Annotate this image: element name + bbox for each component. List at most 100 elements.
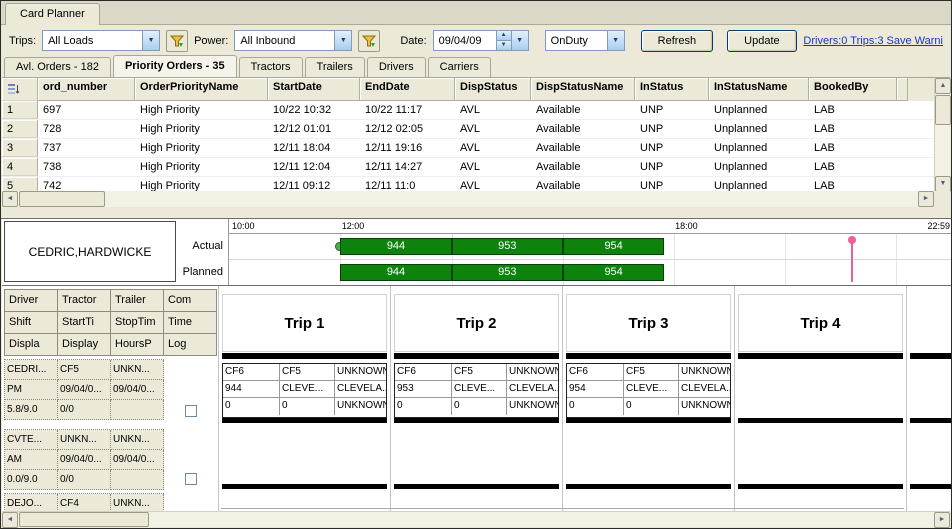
power-dropdown[interactable]: All Inbound ▼	[234, 30, 352, 51]
chevron-down-icon[interactable]: ▼	[334, 31, 351, 50]
row-number-cell[interactable]: 2	[2, 120, 38, 138]
column-header-in-status[interactable]: InStatus	[635, 78, 709, 101]
column-header-in-status-name[interactable]: InStatusName	[709, 78, 809, 101]
trip-header[interactable]: Trip 3	[566, 294, 731, 352]
row-number-cell[interactable]: 1	[2, 101, 38, 119]
chevron-down-icon[interactable]: ▼	[607, 31, 624, 50]
spin-up-icon[interactable]: ▲	[497, 31, 511, 40]
field-button-tractor[interactable]: Tractor	[58, 290, 111, 312]
field-button-trailer[interactable]: Trailer	[111, 290, 164, 312]
tick-label: 18:00	[675, 221, 698, 231]
tab-avl-orders[interactable]: Avl. Orders - 182	[4, 57, 111, 77]
board-horizontal-scrollbar[interactable]: ◄ ►	[2, 511, 950, 527]
trip-cell: 0	[395, 398, 452, 415]
driver-card[interactable]: DEJO... CF4 UNKN...	[4, 493, 216, 512]
column-header-order-priority-name[interactable]: OrderPriorityName	[135, 78, 268, 101]
scroll-right-icon[interactable]: ►	[918, 191, 934, 207]
order-row[interactable]: 2 728 High Priority 12/12 01:01 12/12 02…	[2, 120, 934, 139]
trips-filter-button[interactable]	[166, 30, 188, 52]
planned-trip-bar[interactable]: 954	[563, 264, 664, 281]
trip-title: Trip 3	[628, 315, 668, 332]
row-number-cell[interactable]: 4	[2, 158, 38, 176]
order-row[interactable]: 4 738 High Priority 12/11 12:04 12/11 14…	[2, 158, 934, 177]
duty-status-dropdown[interactable]: OnDuty ▼	[545, 30, 625, 51]
grid-vertical-scrollbar[interactable]: ▲ ▼	[934, 78, 950, 192]
grid-hscroll-thumb[interactable]	[19, 191, 105, 207]
trip-cell: CF6	[567, 364, 624, 381]
column-header-start-date[interactable]: StartDate	[268, 78, 360, 101]
column-header-booked-by[interactable]: BookedBy	[809, 78, 897, 101]
field-button-start-time[interactable]: StartTi	[58, 312, 111, 334]
driver-checkbox[interactable]	[185, 473, 197, 485]
trip-card[interactable]: CF6 CF5 UNKNOWN 953 CLEVE... CLEVELA... …	[394, 363, 559, 418]
scroll-down-icon[interactable]: ▼	[935, 176, 951, 192]
cell-order-priority: High Priority	[135, 177, 268, 192]
grid-vscroll-thumb[interactable]	[935, 95, 951, 125]
trip-header[interactable]: Trip 2	[394, 294, 559, 352]
save-warnings-link[interactable]: Drivers:0 Trips:3 Save Warni	[803, 35, 943, 47]
driver-name-box[interactable]: CEDRIC,HARDWICKE	[4, 221, 176, 282]
chevron-down-icon[interactable]: ▼	[511, 31, 528, 50]
tab-drivers[interactable]: Drivers	[367, 57, 426, 77]
date-spinner[interactable]: ▲ ▼	[496, 31, 511, 50]
spin-down-icon[interactable]: ▼	[497, 40, 511, 50]
scroll-up-icon[interactable]: ▲	[935, 78, 951, 94]
planned-trip-bar[interactable]: 944	[340, 264, 451, 281]
date-input[interactable]: 09/04/09 ▲ ▼ ▼	[433, 30, 529, 51]
update-button[interactable]: Update	[727, 30, 796, 52]
trips-dropdown[interactable]: All Loads ▼	[42, 30, 160, 51]
field-button-display[interactable]: Displa	[5, 334, 58, 356]
tab-trailers[interactable]: Trailers	[305, 57, 365, 77]
driver-card[interactable]: CEDRI... CF5 UNKN... PM 09/04/0... 09/04…	[4, 359, 216, 420]
field-button-log[interactable]: Log	[164, 334, 217, 356]
trip-card[interactable]: CF6 CF5 UNKNOWN 954 CLEVE... CLEVELA... …	[566, 363, 731, 418]
scroll-left-icon[interactable]: ◄	[2, 191, 18, 207]
trip-cell: CF5	[280, 364, 335, 381]
refresh-button[interactable]: Refresh	[641, 30, 714, 52]
field-button-hours[interactable]: HoursP	[111, 334, 164, 356]
cell-order-priority: High Priority	[135, 120, 268, 138]
field-button-stop-time[interactable]: StopTim	[111, 312, 164, 334]
order-row[interactable]: 3 737 High Priority 12/11 18:04 12/11 19…	[2, 139, 934, 158]
trip-cell: UNKNOWN	[335, 364, 386, 381]
tab-tractors[interactable]: Tractors	[239, 57, 303, 77]
grid-corner-button[interactable]	[2, 78, 38, 101]
field-button-display2[interactable]: Display	[58, 334, 111, 356]
column-header-disp-status[interactable]: DispStatus	[455, 78, 531, 101]
scroll-right-icon[interactable]: ►	[934, 512, 950, 528]
driver-cell: 09/04/0...	[58, 450, 111, 470]
cell-order-priority: High Priority	[135, 101, 268, 119]
grid-header-row: ord_number OrderPriorityName StartDate E…	[2, 78, 934, 101]
field-button-com[interactable]: Com	[164, 290, 217, 312]
order-row[interactable]: 1 697 High Priority 10/22 10:32 10/22 11…	[2, 101, 934, 120]
planned-trip-bar[interactable]: 953	[452, 264, 563, 281]
cell-disp-status-name: Available	[531, 120, 635, 138]
board-hscroll-thumb[interactable]	[19, 512, 149, 527]
actual-trip-bar[interactable]: 953	[452, 238, 563, 255]
actual-trip-bar[interactable]: 954	[563, 238, 664, 255]
order-row[interactable]: 5 742 High Priority 12/11 09:12 12/11 11…	[2, 177, 934, 192]
field-button-driver[interactable]: Driver	[5, 290, 58, 312]
field-button-shift[interactable]: Shift	[5, 312, 58, 334]
window-tab-card-planner[interactable]: Card Planner	[5, 3, 100, 25]
trip-card[interactable]: CF6 CF5 UNKNOWN 944 CLEVE... CLEVELA... …	[222, 363, 387, 418]
trip-header[interactable]: Trip 4	[738, 294, 903, 352]
field-button-time[interactable]: Time	[164, 312, 217, 334]
trip-header[interactable]: Trip 1	[222, 294, 387, 352]
tab-carriers[interactable]: Carriers	[428, 57, 491, 77]
grid-horizontal-scrollbar[interactable]: ◄ ►	[2, 191, 934, 207]
scroll-left-icon[interactable]: ◄	[2, 512, 18, 528]
cell-end-date: 12/12 02:05	[360, 120, 455, 138]
column-header-disp-status-name[interactable]: DispStatusName	[531, 78, 635, 101]
column-header-ord-number[interactable]: ord_number	[38, 78, 135, 101]
driver-card[interactable]: CVTE... UNKN... UNKN... AM 09/04/0... 09…	[4, 429, 216, 490]
time-pin-icon	[851, 238, 853, 282]
column-header-end-date[interactable]: EndDate	[360, 78, 455, 101]
driver-checkbox[interactable]	[185, 405, 197, 417]
row-number-cell[interactable]: 3	[2, 139, 38, 157]
power-filter-button[interactable]	[358, 30, 380, 52]
chevron-down-icon[interactable]: ▼	[142, 31, 159, 50]
tab-priority-orders[interactable]: Priority Orders - 35	[113, 55, 237, 77]
actual-trip-bar[interactable]: 944	[340, 238, 451, 255]
row-number-cell[interactable]: 5	[2, 177, 38, 192]
